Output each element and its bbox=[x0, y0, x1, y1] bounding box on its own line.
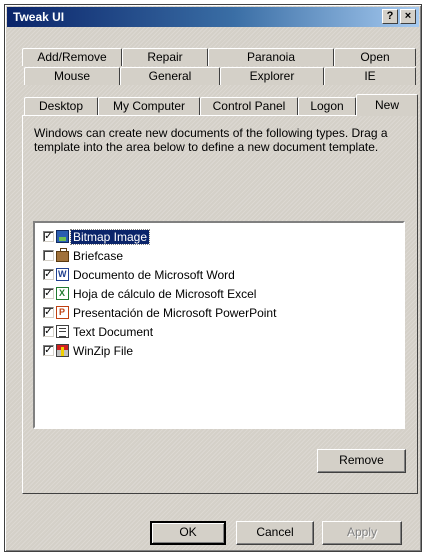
help-button[interactable]: ? bbox=[382, 9, 398, 24]
list-item[interactable]: ✓ Documento de Microsoft Word bbox=[43, 267, 237, 282]
tab-general[interactable]: General bbox=[120, 67, 220, 85]
checkbox[interactable]: ✓ bbox=[43, 231, 54, 242]
tab-logon[interactable]: Logon bbox=[298, 97, 356, 115]
word-document-icon bbox=[56, 268, 69, 281]
excel-sheet-icon bbox=[56, 287, 69, 300]
cancel-button[interactable]: Cancel bbox=[236, 521, 314, 545]
tab-control-panel[interactable]: Control Panel bbox=[200, 97, 298, 115]
tab-mouse[interactable]: Mouse bbox=[24, 67, 120, 85]
checkbox[interactable] bbox=[43, 250, 54, 261]
tab-new[interactable]: New bbox=[356, 94, 418, 116]
text-document-icon bbox=[56, 325, 69, 338]
checkbox[interactable]: ✓ bbox=[43, 345, 54, 356]
tab-paranoia[interactable]: Paranoia bbox=[208, 48, 334, 66]
briefcase-icon bbox=[56, 248, 69, 262]
checkbox[interactable]: ✓ bbox=[43, 288, 54, 299]
list-item-label: WinZip File bbox=[73, 343, 134, 358]
tab-desktop[interactable]: Desktop bbox=[24, 97, 98, 115]
list-item-label: Hoja de cálculo de Microsoft Excel bbox=[73, 286, 257, 301]
list-item-label: Text Document bbox=[73, 324, 154, 339]
tab-my-computer[interactable]: My Computer bbox=[98, 97, 200, 115]
list-item-label: Documento de Microsoft Word bbox=[73, 267, 235, 282]
document-template-list[interactable]: ✓ Bitmap Image Briefcase ✓ Documento de … bbox=[33, 221, 405, 429]
tab-explorer[interactable]: Explorer bbox=[220, 67, 324, 85]
checkbox[interactable]: ✓ bbox=[43, 326, 54, 337]
list-item-label: Briefcase bbox=[73, 248, 124, 263]
title-bar[interactable]: Tweak UI ? × bbox=[7, 7, 419, 27]
winzip-icon bbox=[56, 344, 69, 357]
apply-button[interactable]: Apply bbox=[322, 521, 402, 545]
list-item[interactable]: ✓ Text Document bbox=[43, 324, 155, 339]
checkbox[interactable]: ✓ bbox=[43, 269, 54, 280]
tab-open[interactable]: Open bbox=[334, 48, 416, 66]
list-item[interactable]: ✓ Bitmap Image bbox=[43, 228, 151, 245]
list-item[interactable]: Briefcase bbox=[43, 248, 125, 263]
window-title: Tweak UI bbox=[13, 10, 65, 24]
list-item[interactable]: ✓ Presentación de Microsoft PowerPoint bbox=[43, 305, 278, 320]
checkbox[interactable]: ✓ bbox=[43, 307, 54, 318]
powerpoint-icon bbox=[56, 306, 69, 319]
tab-add-remove[interactable]: Add/Remove bbox=[22, 48, 122, 66]
list-item-label: Bitmap Image bbox=[69, 228, 151, 245]
tab-repair[interactable]: Repair bbox=[122, 48, 208, 66]
list-item[interactable]: ✓ Hoja de cálculo de Microsoft Excel bbox=[43, 286, 258, 301]
ok-button[interactable]: OK bbox=[150, 521, 226, 545]
tab-ie[interactable]: IE bbox=[324, 67, 416, 85]
close-button[interactable]: × bbox=[400, 9, 416, 24]
list-item[interactable]: ✓ WinZip File bbox=[43, 343, 135, 358]
bitmap-icon bbox=[56, 230, 69, 243]
list-item-label: Presentación de Microsoft PowerPoint bbox=[73, 305, 277, 320]
